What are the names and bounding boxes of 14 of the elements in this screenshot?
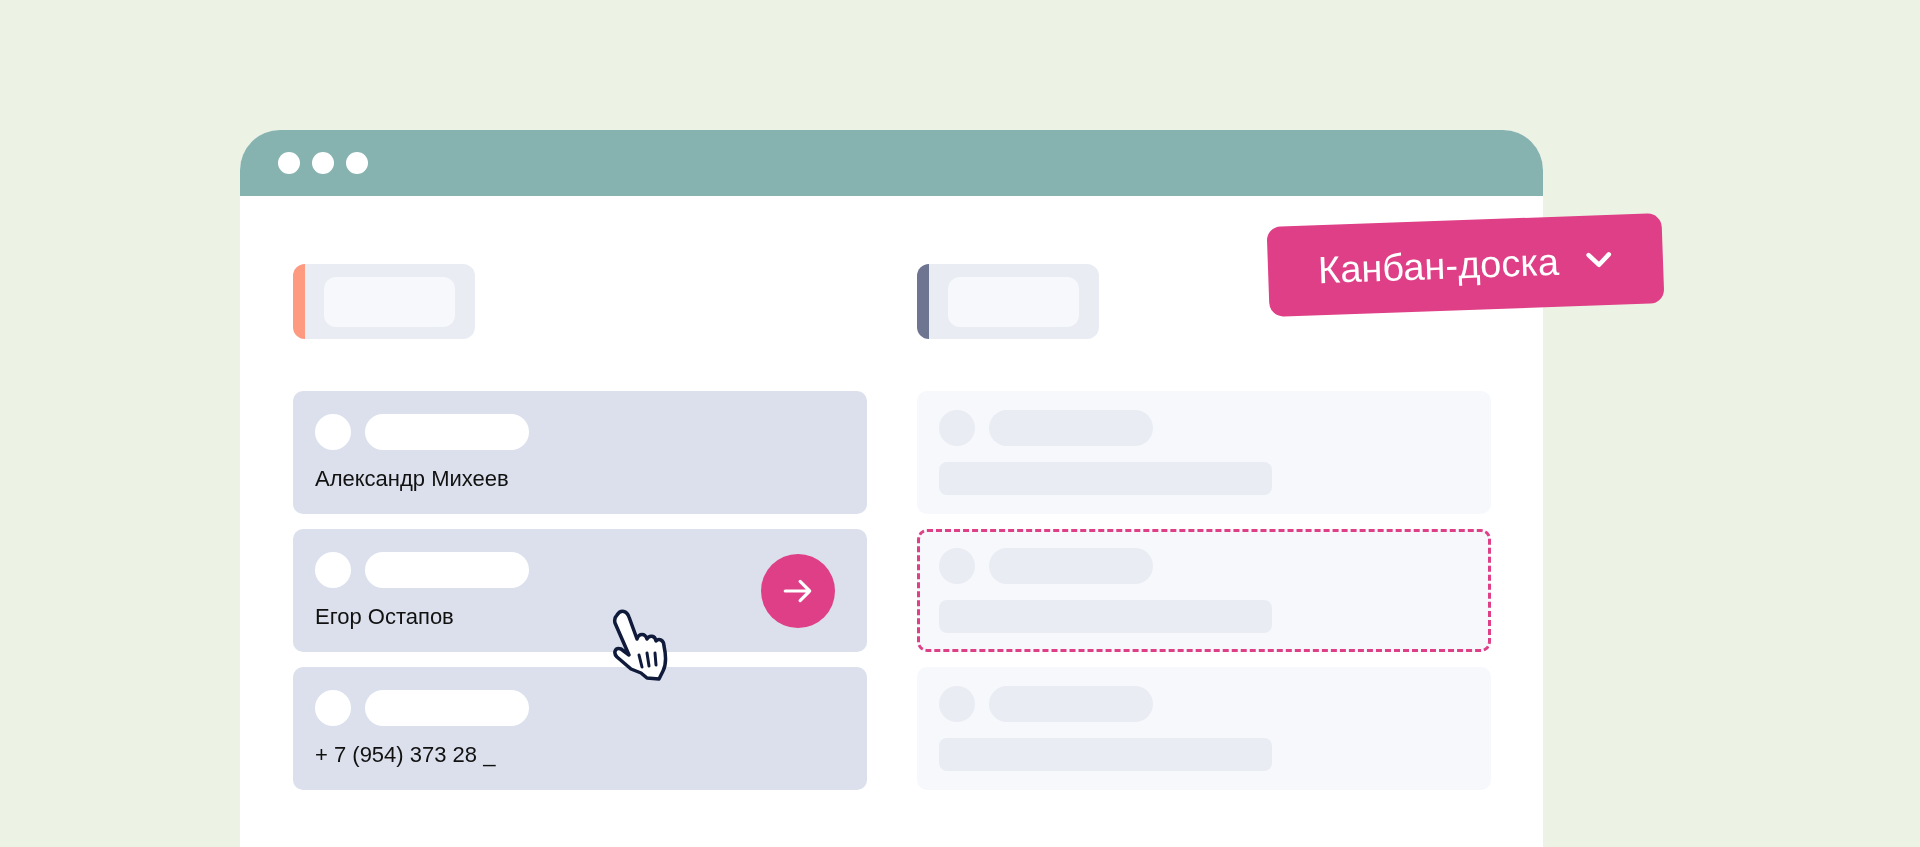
- window-dot-icon: [278, 152, 300, 174]
- avatar-placeholder: [315, 551, 351, 588]
- lead-card[interactable]: + 7 (954) 373 28 _: [293, 667, 867, 790]
- avatar-placeholder: [315, 689, 351, 726]
- contact-text: + 7 (954) 373 28 _: [315, 741, 497, 768]
- window-dot-icon: [312, 152, 334, 174]
- contact-text: Александр Михеев: [315, 465, 510, 492]
- window-dot-icon: [346, 152, 368, 174]
- view-dropdown[interactable]: Канбан-доска: [1266, 213, 1665, 317]
- lead-card[interactable]: Александр Михеев: [293, 391, 867, 514]
- contact-text: Егор Остапов: [315, 603, 455, 630]
- lead-card[interactable]: Егор Остапов: [293, 529, 867, 652]
- chevron-down-icon: [1584, 250, 1614, 270]
- avatar-placeholder: [315, 413, 351, 450]
